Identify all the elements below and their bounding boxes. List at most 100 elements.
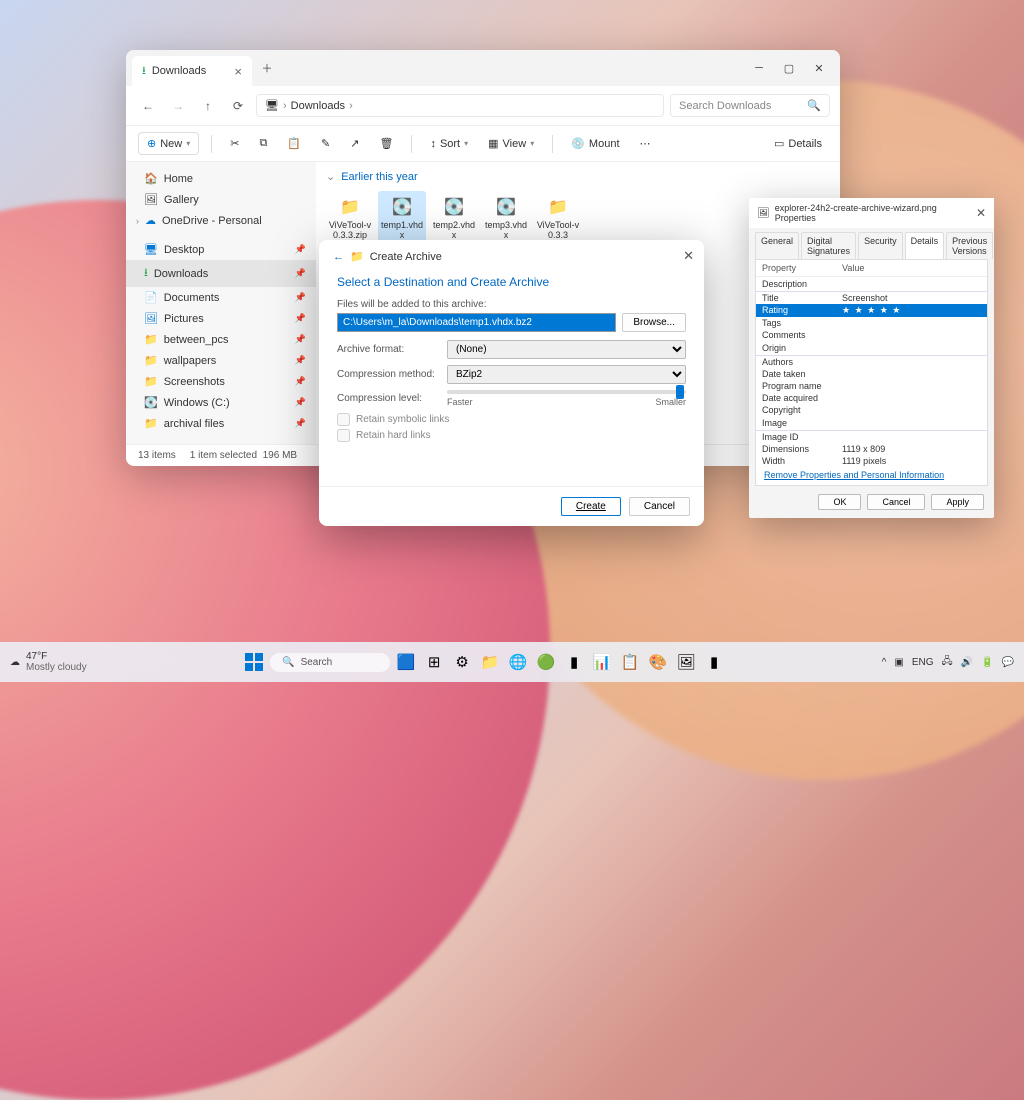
group-header-earlier[interactable]: ⌄Earlier this year [316,166,840,187]
tab-general[interactable]: General [755,232,799,259]
breadcrumb[interactable]: 🖥› Downloads› [256,94,664,117]
remove-properties-link[interactable]: Remove Properties and Personal Informati… [764,470,944,480]
details-pane-button[interactable]: ▭ Details [768,133,828,154]
view-button[interactable]: ▦ View ▾ [482,133,540,154]
tab-digsig[interactable]: Digital Signatures [801,232,856,259]
share-button[interactable]: ↗ [344,133,365,154]
cut-button[interactable]: ✂ [224,133,245,154]
hardlinks-checkbox[interactable]: Retain hard links [337,429,686,442]
explorer-icon[interactable]: 📁 [478,650,502,674]
format-select[interactable]: (None) [447,340,686,359]
sidebar-screenshots[interactable]: 📁Screenshots📌 [126,371,316,392]
sidebar-pictures[interactable]: 🖼Pictures📌 [126,308,316,329]
sidebar-thispc[interactable]: ›🖥This PC [126,442,316,444]
pin-icon: 📌 [295,292,306,303]
new-button[interactable]: ⊕New▾ [138,132,199,155]
app-icon[interactable]: 📋 [618,650,642,674]
method-select[interactable]: BZip2 [447,365,686,384]
compression-slider[interactable] [447,390,686,394]
pin-icon: 📌 [295,355,306,366]
battery-icon[interactable]: 🔋 [981,657,993,668]
vhd-icon: 💽 [439,195,469,219]
back-icon[interactable]: ← [333,251,344,263]
app-icon[interactable]: ⚙ [450,650,474,674]
taskview-icon[interactable]: ⊞ [422,650,446,674]
sidebar-gallery[interactable]: 🖼Gallery [126,189,316,210]
home-icon: 🏠 [144,172,158,185]
download-icon: ⭳ [142,62,146,81]
copilot-icon[interactable]: 🟦 [394,650,418,674]
file-vivetool-folder[interactable]: 📁ViVeTool-v0.3.3 [534,191,582,245]
sort-button[interactable]: ↕ Sort ▾ [424,134,474,154]
chrome-icon[interactable]: 🟢 [534,650,558,674]
refresh-button[interactable]: ⟳ [226,94,250,118]
minimize-button[interactable]: ─ [744,55,774,81]
paste-button[interactable]: 📋 [281,133,307,154]
chevron-up-icon[interactable]: ^ [882,657,887,668]
row-title: TitleScreenshot [756,292,987,304]
cancel-button[interactable]: Cancel [629,497,690,516]
more-button[interactable]: ⋯ [634,133,657,154]
sidebar-desktop[interactable]: 🖥Desktop📌 [126,239,316,260]
volume-icon[interactable]: 🔊 [961,657,973,668]
taskbar: ☁ 47°FMostly cloudy 🔍Search 🟦 ⊞ ⚙ 📁 🌐 🟢 … [0,642,1024,682]
tab-downloads[interactable]: ⭳ Downloads × [132,56,252,87]
tab-details[interactable]: Details [905,232,945,259]
copy-button[interactable]: ⧉ [253,133,273,154]
method-label: Compression method: [337,369,437,380]
sidebar-home[interactable]: 🏠Home [126,168,316,189]
terminal-icon[interactable]: ▮ [702,650,726,674]
sidebar-windowsc[interactable]: 💽Windows (C:)📌 [126,392,316,413]
apply-button[interactable]: Apply [931,494,984,510]
file-temp3[interactable]: 💽temp3.vhdx [482,191,530,245]
sidebar-betweenpcs[interactable]: 📁between_pcs📌 [126,329,316,350]
search-input[interactable]: Search Downloads 🔍 [670,94,830,117]
taskbar-search[interactable]: 🔍Search [270,653,390,672]
language-indicator[interactable]: ENG [912,657,934,668]
close-tab-icon[interactable]: × [234,64,242,79]
folder-icon: 📁 [144,417,158,430]
slider-thumb[interactable] [676,385,684,399]
properties-close-button[interactable]: ✕ [976,206,986,220]
delete-button[interactable]: 🗑 [373,133,399,154]
weather-widget[interactable]: ☁ 47°FMostly cloudy [10,651,87,673]
notification-icon[interactable]: 💬 [1002,657,1014,668]
sidebar-documents[interactable]: 📄Documents📌 [126,287,316,308]
dialog-close-button[interactable]: ✕ [683,248,694,264]
breadcrumb-segment[interactable]: Downloads [291,100,345,112]
ok-button[interactable]: OK [818,494,861,510]
tab-previous[interactable]: Previous Versions [946,232,993,259]
sidebar-archival[interactable]: 📁archival files📌 [126,413,316,434]
file-vivetool-zip[interactable]: 📁ViVeTool-v0.3.3.zip [326,191,374,245]
sidebar-onedrive[interactable]: ›☁OneDrive - Personal [126,210,316,231]
browse-button[interactable]: Browse... [622,313,686,332]
col-property: Property [762,263,842,273]
cancel-button[interactable]: Cancel [867,494,925,510]
level-label: Compression level: [337,393,437,404]
sidebar-downloads[interactable]: ⭳Downloads📌 [126,260,316,287]
properties-list[interactable]: Description TitleScreenshot Rating★ ★ ★ … [756,277,987,466]
back-button[interactable]: ← [136,94,160,118]
new-tab-button[interactable]: ＋ [252,55,282,81]
forward-button[interactable]: → [166,94,190,118]
tray-icon[interactable]: ▣ [894,657,903,668]
close-button[interactable]: ✕ [804,55,834,81]
tab-security[interactable]: Security [858,232,903,259]
maximize-button[interactable]: ▢ [774,55,804,81]
app-icon[interactable]: 🎨 [646,650,670,674]
archive-path-input[interactable] [337,313,616,332]
file-temp1[interactable]: 💽temp1.vhdx [378,191,426,245]
sidebar-wallpapers[interactable]: 📁wallpapers📌 [126,350,316,371]
terminal-icon[interactable]: ▮ [562,650,586,674]
file-temp2[interactable]: 💽temp2.vhdx [430,191,478,245]
mount-button[interactable]: 💿 Mount [565,133,625,154]
up-button[interactable]: ↑ [196,94,220,118]
edge-icon[interactable]: 🌐 [506,650,530,674]
create-button[interactable]: Create [561,497,621,516]
app-icon[interactable]: 🖼 [674,650,698,674]
app-icon[interactable]: 📊 [590,650,614,674]
start-button[interactable] [242,650,266,674]
rename-button[interactable]: ✎ [315,133,336,154]
symlinks-checkbox[interactable]: Retain symbolic links [337,413,686,426]
network-icon[interactable]: 🖧 [941,654,952,671]
